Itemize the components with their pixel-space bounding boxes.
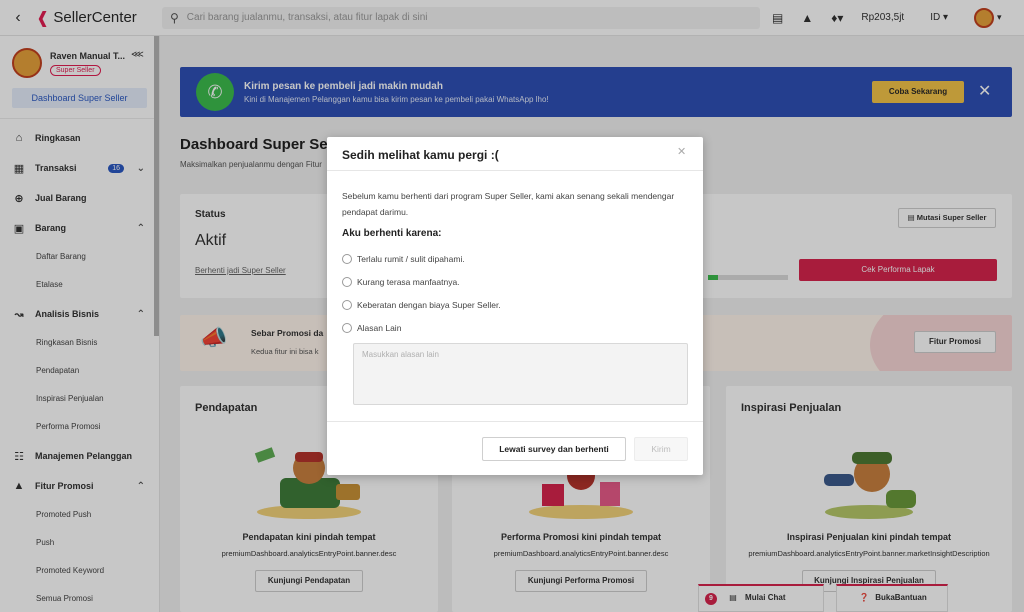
option-label: Terlalu rumit / sulit dipahami. xyxy=(357,254,465,264)
reason-option-2[interactable]: Kurang terasa manfaatnya. xyxy=(342,277,460,287)
other-reason-textarea[interactable] xyxy=(353,343,688,405)
reason-option-3[interactable]: Keberatan dengan biaya Super Seller. xyxy=(342,300,501,310)
modal-header: Sedih melihat kamu pergi :( ✕ xyxy=(327,137,703,171)
modal-description: Sebelum kamu berhenti dari program Super… xyxy=(342,191,675,217)
option-label: Keberatan dengan biaya Super Seller. xyxy=(357,300,501,310)
option-label: Alasan Lain xyxy=(357,323,402,333)
radio-button[interactable] xyxy=(342,323,352,333)
modal-divider xyxy=(327,421,703,422)
send-button[interactable]: Kirim xyxy=(634,437,688,461)
close-icon[interactable]: ✕ xyxy=(677,145,686,158)
skip-survey-button[interactable]: Lewati survey dan berhenti xyxy=(482,437,626,461)
radio-button[interactable] xyxy=(342,277,352,287)
radio-button[interactable] xyxy=(342,254,352,264)
option-label: Kurang terasa manfaatnya. xyxy=(357,277,460,287)
modal-title: Sedih melihat kamu pergi :( xyxy=(342,148,499,162)
reason-option-4[interactable]: Alasan Lain xyxy=(342,323,401,333)
exit-survey-modal: Sedih melihat kamu pergi :( ✕ Sebelum ka… xyxy=(327,137,703,475)
reason-option-1[interactable]: Terlalu rumit / sulit dipahami. xyxy=(342,254,465,264)
reason-title: Aku berhenti karena: xyxy=(342,228,442,239)
radio-button[interactable] xyxy=(342,300,352,310)
